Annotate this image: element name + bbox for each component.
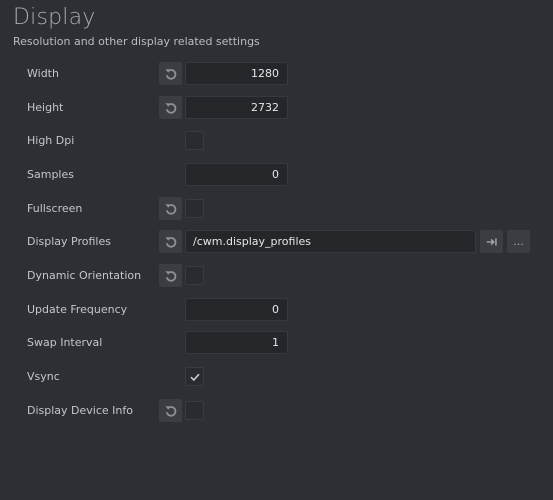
reset-button[interactable] [159,62,182,85]
display-profiles-input[interactable] [185,230,476,253]
setting-label: Display Device Info [27,404,133,417]
setting-row-vsync: Vsync [0,365,553,389]
display-device-info-checkbox[interactable] [185,401,204,420]
setting-row-display-device-info: Display Device Info [0,399,553,423]
setting-row-swap-interval: Swap Interval [0,331,553,355]
setting-label: High Dpi [27,134,75,147]
setting-row-update-frequency: Update Frequency [0,298,553,322]
browse-button[interactable]: ... [507,230,530,253]
goto-resource-icon [486,238,497,245]
page-title: Display [13,5,96,30]
reset-icon [164,405,176,417]
setting-label: Vsync [27,370,60,383]
samples-input[interactable] [185,163,288,186]
checkmark-icon [189,373,200,381]
reset-icon [164,68,176,80]
setting-label: Update Frequency [27,303,128,316]
update-frequency-input[interactable] [185,298,288,321]
reset-button[interactable] [159,264,182,287]
setting-label: Fullscreen [27,202,83,215]
reset-icon [164,236,176,248]
fullscreen-checkbox[interactable] [185,199,204,218]
setting-row-high-dpi: High Dpi [0,129,553,153]
reset-icon [164,270,176,282]
setting-row-dynamic-orientation: Dynamic Orientation [0,264,553,288]
reset-button[interactable] [159,399,182,422]
setting-row-height: Height [0,96,553,120]
setting-label: Width [27,67,59,80]
reset-button[interactable] [159,197,182,220]
high-dpi-checkbox[interactable] [185,131,204,150]
setting-row-display-profiles: Display Profiles ... [0,230,553,254]
setting-label: Dynamic Orientation [27,269,142,282]
setting-label: Display Profiles [27,235,111,248]
reset-button[interactable] [159,96,182,119]
setting-label: Height [27,101,64,114]
width-input[interactable] [185,62,288,85]
page-subtitle: Resolution and other display related set… [13,35,260,48]
reset-button[interactable] [159,230,182,253]
goto-resource-button[interactable] [480,230,503,253]
reset-icon [164,203,176,215]
setting-row-fullscreen: Fullscreen [0,197,553,221]
height-input[interactable] [185,96,288,119]
setting-label: Samples [27,168,74,181]
reset-icon [164,102,176,114]
swap-interval-input[interactable] [185,331,288,354]
setting-label: Swap Interval [27,336,103,349]
setting-row-width: Width [0,62,553,86]
dynamic-orientation-checkbox[interactable] [185,266,204,285]
vsync-checkbox[interactable] [185,367,204,386]
setting-row-samples: Samples [0,163,553,187]
